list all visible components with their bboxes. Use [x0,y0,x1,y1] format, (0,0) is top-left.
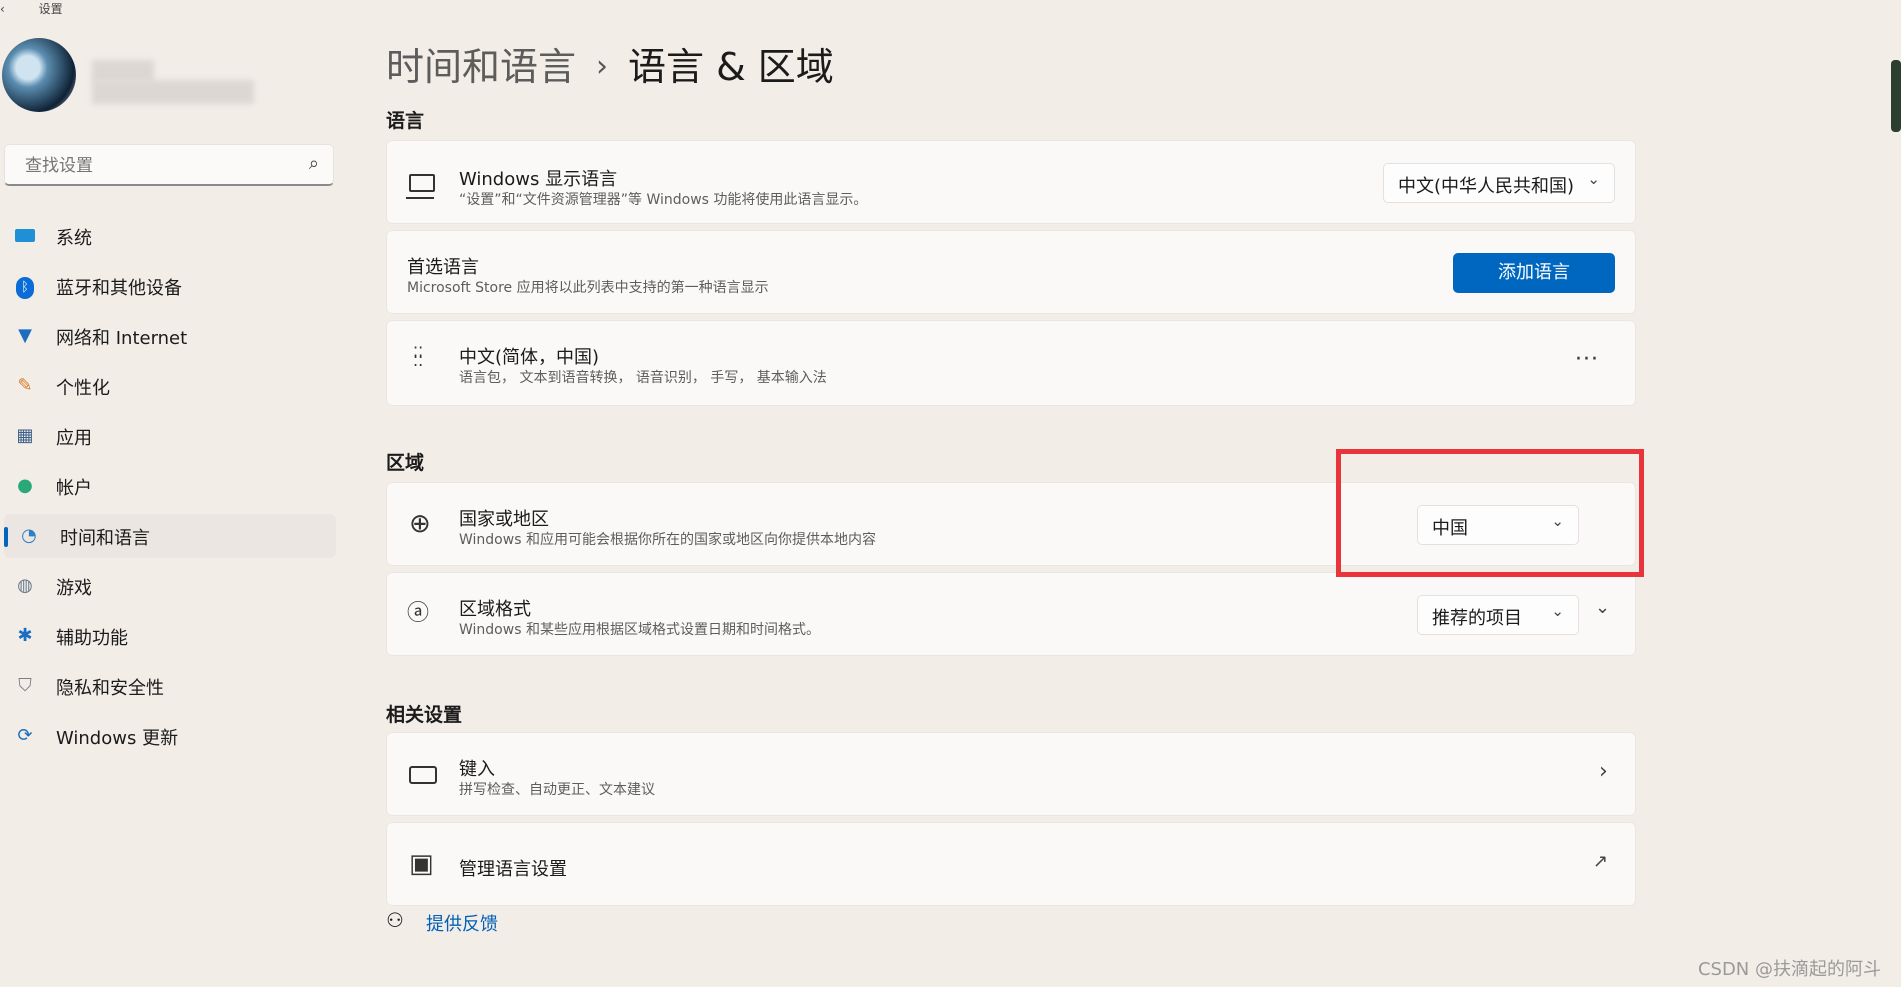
clock-globe-icon: ◔ [21,525,37,546]
sidebar-item-label: 应用 [56,428,92,449]
preferred-language-card: 首选语言 Microsoft Store 应用将以此列表中支持的第一种语言显示 … [386,230,1636,314]
dropdown-value: 推荐的项目 [1432,608,1522,629]
external-link-icon: ↗ [1593,851,1609,872]
brush-icon: ✎ [17,375,33,396]
country-region-title: 国家或地区 [459,509,549,530]
sidebar-item-label: 帐户 [56,478,92,499]
display-language-card: Windows 显示语言 “设置”和“文件资源管理器”等 Windows 功能将… [386,140,1636,224]
sidebar-item-label: 网络和 Internet [56,328,188,349]
bluetooth-icon: ᛒ [14,275,36,299]
sidebar-item-label: 系统 [56,228,92,249]
regional-format-subtitle: Windows 和某些应用根据区域格式设置日期和时间格式。 [459,622,820,638]
country-region-subtitle: Windows 和应用可能会根据你所在的国家或地区向你提供本地内容 [459,532,876,548]
globe-icon: ⊕ [409,509,431,539]
accessibility-icon: ✱ [17,625,33,646]
laptop-icon [406,171,435,199]
section-title-related: 相关设置 [386,704,463,726]
chevron-right-icon: › [1599,759,1608,784]
feedback-person-icon: ⚇ [386,908,404,932]
gamepad-icon: ◍ [17,575,33,596]
highlight-box [1336,449,1644,577]
sidebar-item-windows-update[interactable]: ⟳ Windows 更新 [0,714,336,758]
sidebar-item-label: 辅助功能 [56,628,128,649]
sidebar-item-label: 游戏 [56,578,92,599]
person-icon: ● [17,475,33,496]
typing-title: 键入 [459,759,495,780]
sidebar-item-accounts[interactable]: ● 帐户 [0,464,336,508]
section-title-region: 区域 [386,452,425,474]
more-options-icon[interactable]: ··· [1575,347,1599,372]
display-language-subtitle: “设置”和“文件资源管理器”等 Windows 功能将使用此语言显示。 [459,192,868,208]
typing-card[interactable]: 键入 拼写检查、自动更正、文本建议 › [386,732,1636,816]
breadcrumb-parent[interactable]: 时间和语言 [386,45,576,89]
search-box[interactable]: ⌕ [4,144,334,186]
language-entry-card[interactable]: ⁚⁚ ⁚⁚ 中文(简体，中国) 语言包， 文本到语音转换， 语音识别， 手写， 基… [386,320,1636,406]
scrollbar[interactable] [1891,60,1901,132]
section-title-language: 语言 [386,110,425,132]
admin-language-card[interactable]: ▣ 管理语言设置 ↗ [386,822,1636,906]
language-entry-title: 中文(简体，中国) [459,347,600,368]
feedback-link-text[interactable]: 提供反馈 [426,910,498,936]
admin-language-title: 管理语言设置 [459,859,567,880]
sidebar-item-system[interactable]: 系统 [0,214,336,258]
page-title: 语言 & 区域 [628,45,834,89]
drag-handle-icon[interactable]: ⁚⁚ ⁚⁚ [413,345,423,369]
breadcrumb-separator: › [596,49,609,84]
shield-icon: ⛉ [18,675,32,696]
expand-chevron-icon[interactable]: ⌄ [1595,597,1610,618]
regional-format-dropdown[interactable]: 推荐的项目 ⌄ [1417,595,1579,635]
sidebar-item-label: 隐私和安全性 [56,678,164,699]
update-icon: ⟳ [17,725,33,746]
avatar[interactable] [2,38,76,112]
breadcrumb: 时间和语言 › 语言 & 区域 [386,36,834,91]
back-arrow-icon[interactable]: ‹ [0,2,5,16]
display-language-title: Windows 显示语言 [459,169,618,190]
keyboard-icon [409,763,437,789]
sidebar-item-bluetooth[interactable]: ᛒ 蓝牙和其他设备 [0,264,336,308]
language-entry-subtitle: 语言包， 文本到语音转换， 语音识别， 手写， 基本输入法 [459,370,827,386]
add-language-button[interactable]: 添加语言 [1453,253,1615,293]
user-email-blurred [92,80,254,104]
search-input[interactable] [23,155,297,177]
sidebar-item-label: Windows 更新 [56,728,179,749]
display-language-dropdown[interactable]: 中文(中华人民共和国) ⌄ [1383,163,1615,203]
search-icon[interactable]: ⌕ [309,153,319,174]
sidebar-item-personalization[interactable]: ✎ 个性化 [0,364,336,408]
apps-icon: ▦ [16,425,34,446]
regional-format-card: ⓐ 区域格式 Windows 和某些应用根据区域格式设置日期和时间格式。 推荐的… [386,572,1636,656]
typing-subtitle: 拼写检查、自动更正、文本建议 [459,782,655,798]
preferred-language-subtitle: Microsoft Store 应用将以此列表中支持的第一种语言显示 [407,280,769,296]
wifi-icon: ▼ [18,325,32,346]
watermark: CSDN @扶滴起的阿斗 [1697,959,1881,980]
window-title: ‹ 设置 [0,0,140,16]
sidebar-item-privacy[interactable]: ⛉ 隐私和安全性 [0,664,336,708]
sidebar-item-gaming[interactable]: ◍ 游戏 [0,564,336,608]
regional-format-title: 区域格式 [459,599,531,620]
regional-format-icon: ⓐ [407,601,430,626]
sidebar-item-label: 蓝牙和其他设备 [56,278,182,299]
preferred-language-title: 首选语言 [407,257,479,278]
monitor-icon [14,225,36,247]
chevron-down-icon: ⌄ [1551,602,1564,620]
window-title-text: 设置 [38,2,63,16]
sidebar-item-label: 时间和语言 [60,528,150,549]
sidebar-item-accessibility[interactable]: ✱ 辅助功能 [0,614,336,658]
user-name-blurred [92,60,154,82]
dropdown-value: 中文(中华人民共和国) [1398,176,1575,197]
sidebar-item-label: 个性化 [56,378,110,399]
sidebar-item-network[interactable]: ▼ 网络和 Internet [0,314,336,358]
admin-settings-icon: ▣ [409,849,434,879]
chevron-down-icon: ⌄ [1587,170,1600,188]
sidebar-item-time-language[interactable]: ◔ 时间和语言 [4,514,336,558]
sidebar-item-apps[interactable]: ▦ 应用 [0,414,336,458]
